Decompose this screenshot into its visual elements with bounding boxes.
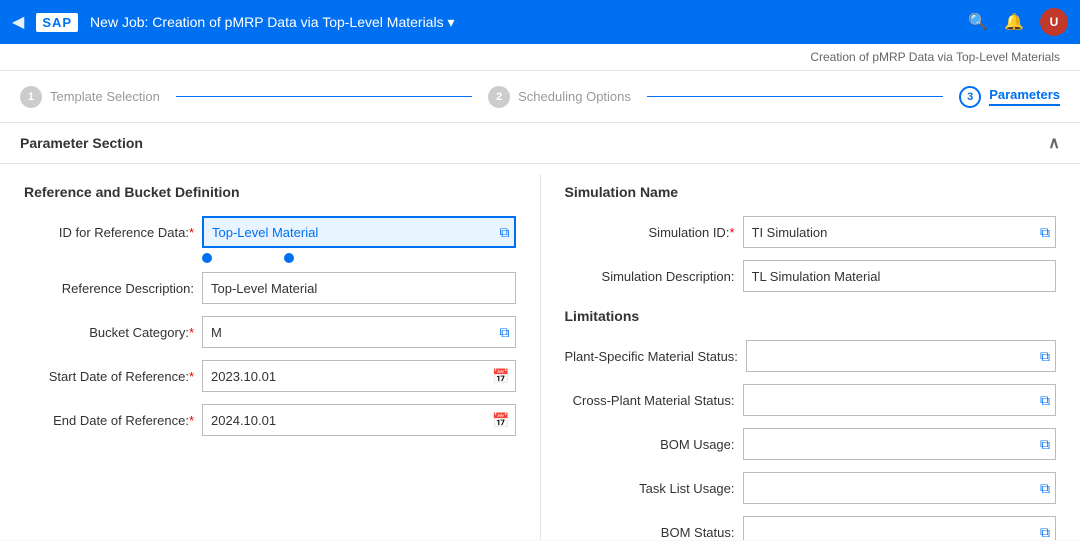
input-wrap-cross-plant: ⧉ <box>743 384 1057 416</box>
step-line-2 <box>647 96 943 97</box>
label-start-date: Start Date of Reference:* <box>24 369 194 384</box>
input-id-reference[interactable] <box>202 216 516 248</box>
limitations-title: Limitations <box>565 308 1057 324</box>
back-button[interactable]: ◀ <box>12 12 24 32</box>
form-row-id-reference: ID for Reference Data:* ⧉ <box>24 216 516 248</box>
input-wrap-bom-status: ⧉ <box>743 516 1057 540</box>
required-marker-bucket: * <box>189 325 194 340</box>
step-label-2: Scheduling Options <box>518 89 631 104</box>
input-bucket[interactable] <box>202 316 516 348</box>
label-task-list: Task List Usage: <box>565 481 735 496</box>
input-bom-usage[interactable] <box>743 428 1057 460</box>
input-cross-plant[interactable] <box>743 384 1057 416</box>
left-group-title: Reference and Bucket Definition <box>24 184 516 200</box>
wizard-step-1[interactable]: 1 Template Selection <box>20 86 160 108</box>
wizard-step-3[interactable]: 3 Parameters <box>959 86 1060 108</box>
input-wrap-bom-usage: ⧉ <box>743 428 1057 460</box>
selection-handles <box>202 254 402 264</box>
content-area: Parameter Section ∧ Reference and Bucket… <box>0 123 1080 540</box>
collapse-button[interactable]: ∧ <box>1048 133 1060 153</box>
section-title: Parameter Section <box>20 135 143 151</box>
step-circle-1: 1 <box>20 86 42 108</box>
label-ref-desc: Reference Description: <box>24 281 194 296</box>
header-title: New Job: Creation of pMRP Data via Top-L… <box>90 14 956 31</box>
header-actions: 🔍 🔔 U <box>968 8 1068 36</box>
form-row-sim-desc: Simulation Description: <box>565 260 1057 292</box>
form-row-sim-id: Simulation ID:* ⧉ <box>565 216 1057 248</box>
form-row-plant-status: Plant-Specific Material Status: ⧉ <box>565 340 1057 372</box>
search-icon[interactable]: 🔍 <box>968 12 988 32</box>
selection-handle-left[interactable] <box>202 253 212 263</box>
input-task-list[interactable] <box>743 472 1057 504</box>
input-plant-status[interactable] <box>746 340 1056 372</box>
sap-logo: SAP <box>36 13 78 32</box>
required-marker-sim-id: * <box>729 225 734 240</box>
input-wrap-plant-status: ⧉ <box>746 340 1056 372</box>
form-row-start-date: Start Date of Reference:* 📅 <box>24 360 516 392</box>
input-ref-desc[interactable] <box>202 272 516 304</box>
input-bom-status[interactable] <box>743 516 1057 540</box>
breadcrumb: Creation of pMRP Data via Top-Level Mate… <box>0 44 1080 71</box>
input-wrap-sim-desc <box>743 260 1057 292</box>
copy-icon-id-reference[interactable]: ⧉ <box>500 224 510 241</box>
form-row-end-date: End Date of Reference:* 📅 <box>24 404 516 436</box>
step-circle-2: 2 <box>488 86 510 108</box>
input-wrap-start-date: 📅 <box>202 360 516 392</box>
label-end-date: End Date of Reference:* <box>24 413 194 428</box>
wizard-step-2[interactable]: 2 Scheduling Options <box>488 86 631 108</box>
copy-icon-task-list[interactable]: ⧉ <box>1040 480 1050 497</box>
calendar-icon-start[interactable]: 📅 <box>492 368 509 385</box>
input-wrap-sim-id: ⧉ <box>743 216 1057 248</box>
input-wrap-id-reference: ⧉ <box>202 216 516 248</box>
step-circle-3: 3 <box>959 86 981 108</box>
form-row-ref-desc: Reference Description: <box>24 272 516 304</box>
form-area: Reference and Bucket Definition ID for R… <box>0 164 1080 540</box>
required-marker: * <box>189 225 194 240</box>
label-bucket: Bucket Category:* <box>24 325 194 340</box>
copy-icon-sim-id[interactable]: ⧉ <box>1040 224 1050 241</box>
label-cross-plant: Cross-Plant Material Status: <box>565 393 735 408</box>
copy-icon-bom-status[interactable]: ⧉ <box>1040 524 1050 541</box>
selection-handle-right[interactable] <box>284 253 294 263</box>
notification-icon[interactable]: 🔔 <box>1004 12 1024 32</box>
required-marker-end: * <box>189 413 194 428</box>
app-header: ◀ SAP New Job: Creation of pMRP Data via… <box>0 0 1080 44</box>
label-sim-desc: Simulation Description: <box>565 269 735 284</box>
label-bom-status: BOM Status: <box>565 525 735 540</box>
step-line-1 <box>176 96 472 97</box>
step-label-1: Template Selection <box>50 89 160 104</box>
form-left: Reference and Bucket Definition ID for R… <box>0 164 540 540</box>
avatar[interactable]: U <box>1040 8 1068 36</box>
label-sim-id: Simulation ID:* <box>565 225 735 240</box>
input-wrap-task-list: ⧉ <box>743 472 1057 504</box>
copy-icon-bucket[interactable]: ⧉ <box>500 324 510 341</box>
form-right: Simulation Name Simulation ID:* ⧉ Simula… <box>541 164 1080 540</box>
input-start-date[interactable] <box>202 360 516 392</box>
wizard-steps: 1 Template Selection 2 Scheduling Option… <box>0 71 1080 123</box>
copy-icon-plant-status[interactable]: ⧉ <box>1040 348 1050 365</box>
step-label-3: Parameters <box>989 87 1060 106</box>
input-wrap-ref-desc <box>202 272 516 304</box>
input-sim-desc[interactable] <box>743 260 1057 292</box>
input-end-date[interactable] <box>202 404 516 436</box>
section-header: Parameter Section ∧ <box>0 123 1080 164</box>
calendar-icon-end[interactable]: 📅 <box>492 412 509 429</box>
simulation-title: Simulation Name <box>565 184 1057 200</box>
input-wrap-end-date: 📅 <box>202 404 516 436</box>
input-sim-id[interactable] <box>743 216 1057 248</box>
label-plant-status: Plant-Specific Material Status: <box>565 349 738 364</box>
form-row-task-list: Task List Usage: ⧉ <box>565 472 1057 504</box>
copy-icon-bom-usage[interactable]: ⧉ <box>1040 436 1050 453</box>
input-wrap-bucket: ⧉ <box>202 316 516 348</box>
copy-icon-cross-plant[interactable]: ⧉ <box>1040 392 1050 409</box>
form-row-bucket: Bucket Category:* ⧉ <box>24 316 516 348</box>
form-row-bom-usage: BOM Usage: ⧉ <box>565 428 1057 460</box>
label-bom-usage: BOM Usage: <box>565 437 735 452</box>
form-row-bom-status: BOM Status: ⧉ <box>565 516 1057 540</box>
label-id-reference: ID for Reference Data:* <box>24 225 194 240</box>
form-row-cross-plant: Cross-Plant Material Status: ⧉ <box>565 384 1057 416</box>
required-marker-start: * <box>189 369 194 384</box>
